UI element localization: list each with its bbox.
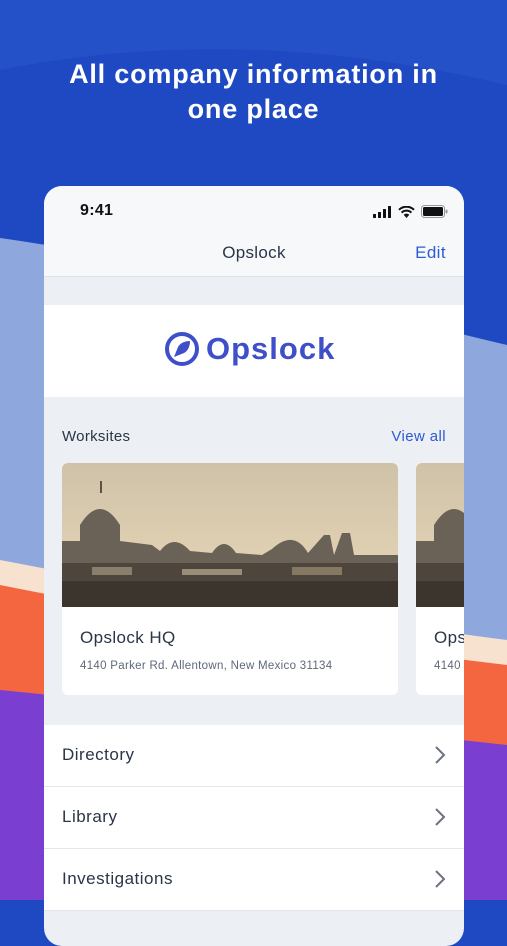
worksite-photo bbox=[62, 463, 398, 607]
company-logo: Opslock bbox=[164, 331, 335, 367]
menu-item-label: Directory bbox=[62, 745, 135, 764]
battery-icon bbox=[421, 205, 448, 218]
company-logo-card: Opslock bbox=[44, 305, 464, 397]
worksite-photo bbox=[416, 463, 464, 607]
worksites-title: Worksites bbox=[62, 428, 131, 445]
worksite-address: 4140 Parker Rd. Allentown, New Mexico 31… bbox=[80, 660, 333, 672]
status-bar: 9:41 bbox=[44, 186, 464, 230]
navigation-bar: Opslock Edit bbox=[44, 230, 464, 277]
view-all-link[interactable]: View all bbox=[391, 428, 446, 445]
chevron-right-icon bbox=[435, 746, 446, 764]
status-time: 9:41 bbox=[80, 202, 114, 219]
menu-item-investigations[interactable]: Investigations bbox=[44, 849, 464, 911]
menu-item-library[interactable]: Library bbox=[44, 787, 464, 849]
worksite-card[interactable]: Opslock HQ 4140 Parker Rd. Allentown, Ne… bbox=[62, 463, 398, 695]
nav-title: Opslock bbox=[222, 243, 286, 262]
chevron-right-icon bbox=[435, 870, 446, 888]
menu-item-label: Library bbox=[62, 807, 118, 826]
opslock-logo-icon bbox=[165, 332, 199, 366]
phone-frame: 9:41 Opslock Edit Opslock Worksites View… bbox=[44, 186, 464, 946]
signal-icon bbox=[373, 205, 391, 218]
worksite-name: Ops bbox=[434, 628, 464, 647]
worksite-address: 4140 bbox=[434, 660, 461, 672]
edit-button[interactable]: Edit bbox=[415, 243, 446, 263]
headline-line-1: All company information in bbox=[69, 59, 438, 89]
chevron-right-icon bbox=[435, 808, 446, 826]
wifi-icon bbox=[398, 205, 415, 218]
menu-item-directory[interactable]: Directory bbox=[44, 725, 464, 787]
worksite-card[interactable]: Ops 4140 bbox=[416, 463, 464, 695]
menu-item-label: Investigations bbox=[62, 869, 173, 888]
worksites-header: Worksites View all bbox=[44, 426, 464, 448]
status-icons bbox=[373, 205, 448, 218]
worksite-name: Opslock HQ bbox=[80, 628, 176, 647]
logo-text: Opslock bbox=[206, 331, 336, 366]
menu-list: Directory Library Investigations bbox=[44, 725, 464, 911]
headline: All company information in one place bbox=[0, 57, 507, 127]
headline-line-2: one place bbox=[187, 94, 320, 124]
